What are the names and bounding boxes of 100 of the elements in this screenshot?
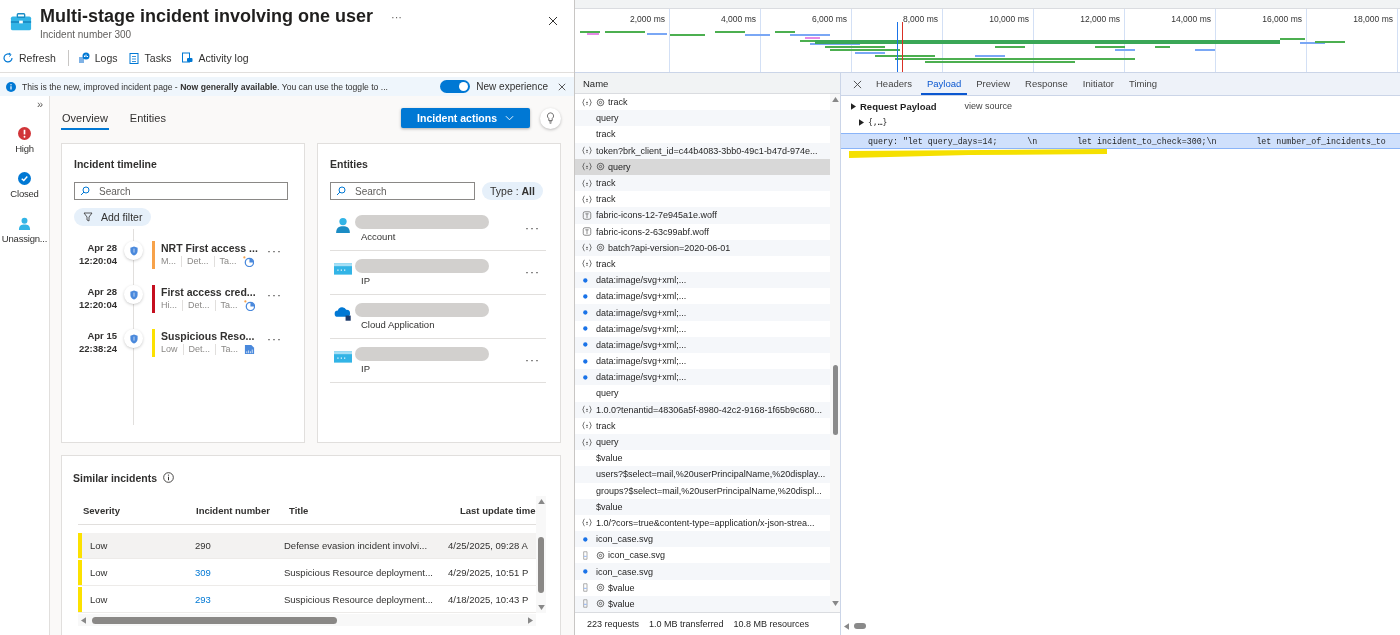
request-row[interactable]: $value [575, 498, 830, 515]
scrollbar-thumb[interactable] [538, 537, 544, 593]
tab[interactable]: Preview [970, 75, 1017, 95]
request-name: data:image/svg+xml;... [596, 339, 687, 350]
more-button[interactable]: ··· [267, 288, 282, 302]
request-row[interactable]: query [575, 385, 830, 402]
collapsed-object[interactable]: {,…} [868, 117, 888, 127]
close-icon[interactable] [558, 82, 566, 91]
refresh-icon [2, 52, 14, 64]
lightbulb-button[interactable] [540, 107, 561, 129]
tab[interactable]: Timing [1123, 75, 1164, 95]
toolbar-button[interactable]: Refresh [2, 50, 62, 66]
toggle-switch[interactable] [440, 80, 471, 93]
request-row[interactable]: data:image/svg+xml;... [575, 288, 830, 305]
request-row[interactable]: data:image/svg+xml;... [575, 304, 830, 321]
scroll-up-icon[interactable] [831, 97, 839, 102]
add-filter-button[interactable]: Add filter [74, 208, 152, 226]
close-icon[interactable] [548, 16, 558, 26]
request-name: query [596, 388, 619, 399]
request-name: data:image/svg+xml;... [596, 356, 687, 367]
request-row[interactable]: data:image/svg+xml;... [575, 272, 830, 289]
view-source-link[interactable]: view source [964, 101, 1013, 111]
close-icon[interactable] [853, 80, 862, 89]
more-button[interactable]: ··· [267, 332, 282, 346]
table-cell-text: 4/29/2025, 10:51 P [447, 567, 530, 578]
column-header[interactable]: Title [284, 504, 455, 516]
tab[interactable]: Headers [870, 75, 918, 95]
request-row[interactable]: icon_case.svg [575, 531, 830, 548]
tab[interactable]: Entities [128, 106, 167, 130]
filter-icon [83, 212, 93, 222]
column-header[interactable]: Incident number [191, 504, 284, 516]
scroll-down-icon[interactable] [831, 601, 839, 606]
tab[interactable]: Initiator [1076, 75, 1120, 95]
scrollbar-thumb[interactable] [832, 365, 838, 435]
type-filter[interactable]: Type : All [482, 182, 543, 200]
request-row[interactable]: query [575, 110, 830, 127]
request-row[interactable]: track [575, 126, 830, 143]
request-row[interactable]: token?brk_client_id=c44b4083-3bb0-49c1-b47d-974e... [575, 142, 830, 159]
request-row[interactable]: track [575, 417, 830, 434]
more-button[interactable]: ··· [525, 353, 540, 367]
toolbar-button[interactable]: Tasks [127, 50, 178, 66]
request-row[interactable]: 1.0/?cors=true&content-type=application/x-json-strea... [575, 514, 830, 532]
scroll-up-icon[interactable] [537, 499, 545, 504]
request-row[interactable]: $value [575, 450, 830, 467]
alert-meta: Ta... [221, 344, 240, 355]
search-field[interactable]: Search [74, 182, 288, 200]
server-icon [334, 261, 352, 277]
scroll-left-icon[interactable] [844, 622, 849, 630]
incident-actions-button[interactable]: Incident actions [401, 108, 530, 128]
chevron-down-icon [505, 115, 514, 121]
request-row[interactable]: 1.0.0?tenantid=48306a5f-8980-42c2-9168-1f65b9c680... [575, 401, 830, 418]
request-row[interactable]: $value [575, 595, 830, 612]
column-header[interactable]: Severity [78, 504, 191, 516]
request-row[interactable]: $value [575, 579, 830, 596]
request-row[interactable]: icon_case.svg [575, 563, 830, 580]
request-row[interactable]: data:image/svg+xml;... [575, 369, 830, 386]
incident-row[interactable]: Low 293 Suspicious Resource deployment... 4/18/2025, 10:43 P [78, 587, 536, 613]
more-button[interactable]: ··· [525, 221, 540, 235]
request-row[interactable]: fabric-icons-2-63c99abf.woff [575, 223, 830, 240]
scrollbar-thumb[interactable] [854, 623, 866, 629]
request-row[interactable]: query [575, 433, 830, 451]
section-title[interactable]: Request Payload [860, 100, 937, 112]
request-row[interactable]: data:image/svg+xml;... [575, 353, 830, 370]
braces-icon [582, 162, 592, 172]
request-row[interactable]: data:image/svg+xml;... [575, 336, 830, 353]
request-row[interactable]: track [575, 255, 830, 273]
incident-row[interactable]: Low 309 Suspicious Resource deployment... 4/29/2025, 10:51 P [78, 560, 536, 586]
request-row[interactable]: fabric-icons-12-7e945a1e.woff [575, 207, 830, 224]
scrollbar-thumb[interactable] [92, 616, 337, 624]
more-button[interactable]: ··· [267, 244, 282, 258]
tab[interactable]: Overview [61, 106, 109, 130]
request-row[interactable]: track [575, 191, 830, 208]
request-row[interactable]: data:image/svg+xml;... [575, 320, 830, 337]
request-row[interactable]: batch?api-version=2020-06-01 [575, 239, 830, 256]
toolbar-button[interactable]: Activity log [181, 50, 255, 66]
table-cell-text: Defense evasion incident involvi... [283, 540, 429, 551]
request-row[interactable]: users?$select=mail,%20userPrincipalName,%20display... [575, 466, 830, 483]
incident-link[interactable]: 309 [191, 567, 281, 578]
scroll-down-icon[interactable] [537, 605, 545, 610]
column-header[interactable]: Last update time [455, 504, 536, 516]
column-header[interactable]: Name [583, 77, 609, 89]
scroll-right-icon[interactable] [528, 616, 533, 624]
alert-title[interactable]: NRT First access ... [161, 241, 259, 255]
request-name: $value [608, 598, 635, 609]
request-row[interactable]: icon_case.svg [575, 547, 830, 564]
incident-link[interactable]: 293 [191, 594, 281, 605]
expand-toggle[interactable]: » [36, 98, 43, 110]
more-options[interactable]: ··· [391, 10, 403, 23]
tab[interactable]: Payload [920, 75, 968, 95]
incident-row[interactable]: Low 290 Defense evasion incident involvi... 4/25/2025, 09:28 A [78, 533, 536, 559]
scroll-left-icon[interactable] [81, 616, 86, 624]
tab[interactable]: Response [1019, 75, 1074, 95]
request-row[interactable]: groups?$select=mail,%20userPrincipalName,%20displ... [575, 482, 830, 499]
request-row[interactable]: track [575, 94, 830, 111]
incident-link[interactable]: 290 [191, 540, 281, 551]
more-button[interactable]: ··· [525, 265, 540, 279]
alert-title[interactable]: First access cred... [161, 285, 259, 299]
toolbar-button[interactable]: Logs [77, 50, 124, 66]
alert-title[interactable]: Suspicious Reso... [161, 329, 259, 343]
search-field[interactable]: Search [330, 182, 475, 200]
